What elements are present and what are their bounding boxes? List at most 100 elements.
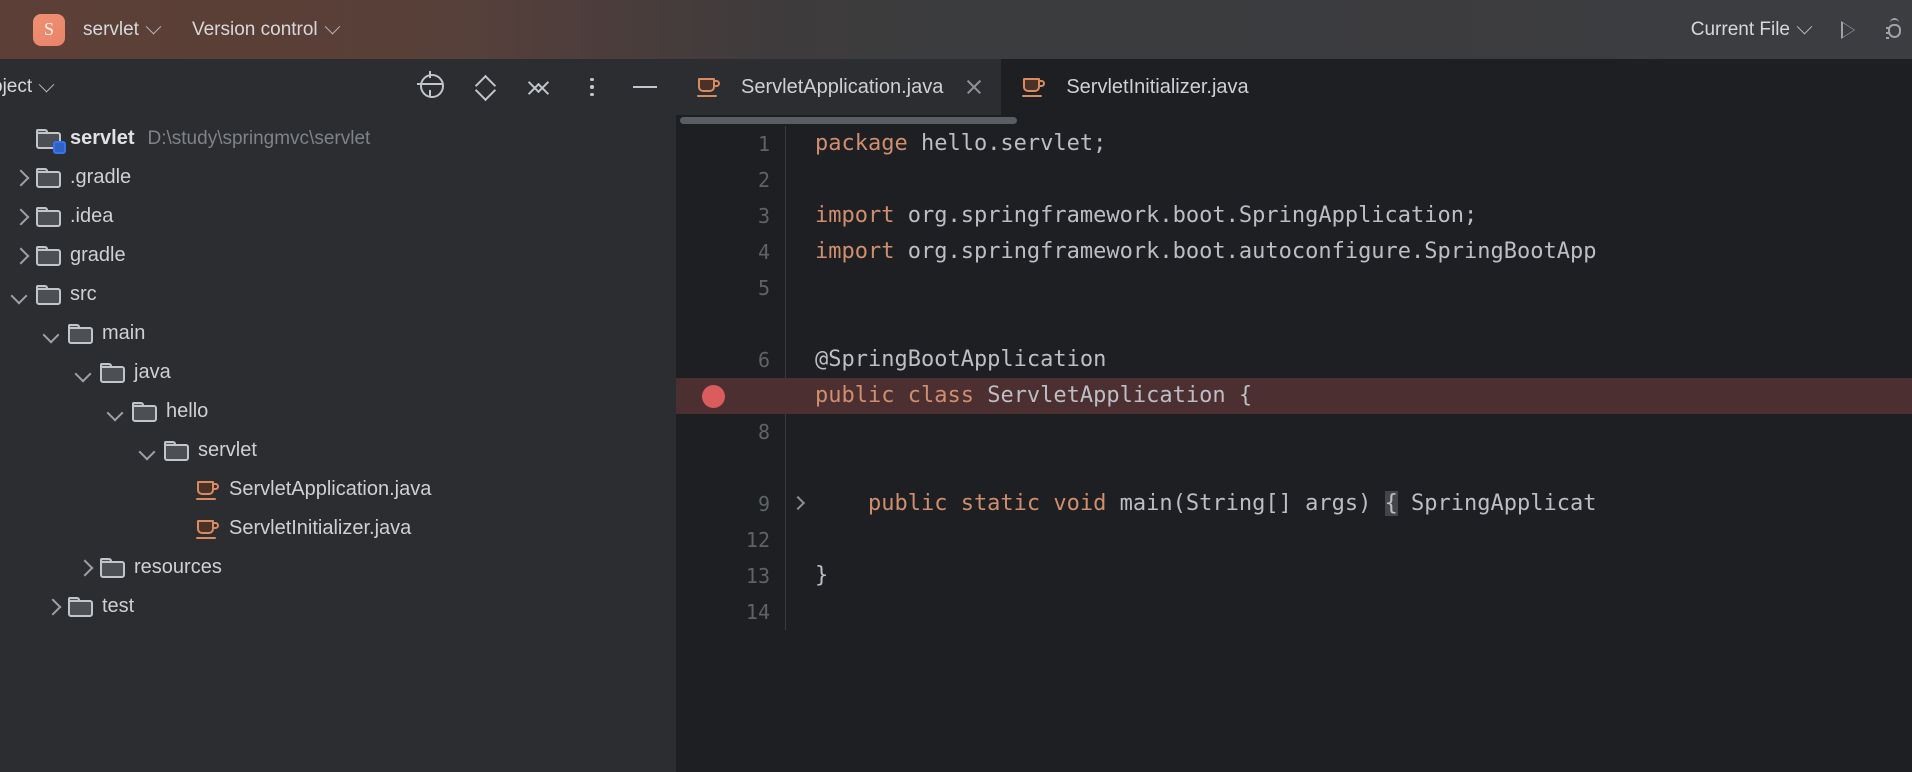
tree-node[interactable]: java	[0, 353, 676, 392]
code-line[interactable]: 2	[676, 162, 1912, 198]
project-panel-title-dropdown[interactable]: oject	[0, 76, 55, 98]
editor-tab-label: ServletInitializer.java	[1066, 75, 1249, 98]
tree-node[interactable]: main	[0, 314, 676, 353]
tree-node[interactable]: hello	[0, 392, 676, 431]
close-icon[interactable]	[964, 77, 984, 97]
chevron-down-icon[interactable]	[40, 322, 64, 346]
hide-panel-button[interactable]	[632, 74, 658, 100]
title-bar-right: Current File	[1673, 17, 1912, 42]
title-bar: S servlet Version control Current File	[0, 0, 1912, 59]
bug-leg	[1886, 26, 1889, 29]
line-number: 8	[757, 420, 770, 444]
tree-node[interactable]: src	[0, 275, 676, 314]
project-name-label: servlet	[83, 18, 139, 40]
line-gutter[interactable]: 5	[676, 270, 785, 306]
tree-node-label: ServletApplication.java	[229, 478, 432, 500]
chevron-right-icon[interactable]	[40, 595, 64, 619]
tree-node[interactable]: servlet D:\study\springmvc\servlet	[0, 119, 676, 158]
editor-horizontal-scrollbar-track[interactable]	[676, 115, 1912, 126]
project-badge[interactable]: S	[33, 13, 65, 46]
tree-node[interactable]: resources	[0, 548, 676, 587]
tree-node-label: gradle	[70, 244, 126, 266]
folder-icon	[36, 245, 61, 266]
line-gutter[interactable]: 13	[676, 558, 785, 594]
editor-tab[interactable]: ServletApplication.java	[676, 59, 1002, 115]
code-line[interactable]: 13}	[676, 558, 1912, 594]
java-class-icon	[697, 76, 721, 98]
chevron-down-icon[interactable]	[72, 361, 96, 385]
more-options-button[interactable]	[579, 74, 605, 100]
tree-node[interactable]: .idea	[0, 197, 676, 236]
line-gutter[interactable]: 12	[676, 522, 785, 558]
tree-node-label: java	[134, 361, 171, 383]
run-triangle-icon[interactable]	[1836, 18, 1860, 42]
code-line[interactable]: 3 import org.springframework.boot.SpringA…	[676, 198, 1912, 234]
tree-node[interactable]: ServletInitializer.java	[0, 509, 676, 548]
line-gutter[interactable]: 9	[676, 486, 806, 522]
code-token: main(String[] args)	[1106, 491, 1385, 516]
code-token: @SpringBootApplication	[815, 347, 1107, 372]
matched-brace-highlight: {	[1384, 491, 1398, 516]
line-number: 6	[757, 348, 770, 372]
tree-arrow-placeholder	[168, 517, 192, 541]
chevron-right-icon[interactable]	[72, 556, 96, 580]
java-class-icon	[1022, 76, 1046, 98]
chevron-right-icon[interactable]	[8, 166, 32, 190]
code-line[interactable]: public class ServletApplication {	[676, 378, 1912, 414]
code-line-text: import org.springframework.boot.autoconf…	[785, 234, 1596, 270]
tree-node[interactable]: ServletApplication.java	[0, 470, 676, 509]
chevron-right-icon[interactable]	[8, 205, 32, 229]
editor-horizontal-scrollbar-thumb[interactable]	[680, 117, 1017, 124]
select-opened-file-button[interactable]	[420, 74, 446, 100]
editor-tab[interactable]: ServletInitializer.java	[1001, 59, 1265, 115]
code-line[interactable]: 5	[676, 270, 1912, 306]
chevron-down-icon[interactable]	[8, 283, 32, 307]
tree-arrow-placeholder	[168, 478, 192, 502]
line-gutter[interactable]: 1	[676, 126, 785, 162]
tree-node-label: test	[102, 595, 135, 617]
line-gutter[interactable]: 6	[676, 342, 785, 378]
version-control-dropdown[interactable]: Version control	[192, 19, 340, 41]
code-line[interactable]: 14	[676, 594, 1912, 630]
tree-node-label: .gradle	[70, 166, 132, 188]
line-number: 1	[757, 132, 770, 156]
chevron-down-icon[interactable]	[104, 400, 128, 424]
chevron-down-icon	[38, 76, 55, 92]
tree-node[interactable]: gradle	[0, 236, 676, 275]
tree-node[interactable]: servlet	[0, 431, 676, 470]
code-line[interactable]	[676, 450, 1912, 486]
code-line[interactable]: 9 public static void main(String[] args)…	[676, 486, 1912, 522]
chevron-right-icon[interactable]	[8, 244, 32, 268]
chevron-down-icon[interactable]	[136, 439, 160, 463]
code-line[interactable]: 6 @SpringBootApplication	[676, 342, 1912, 378]
line-gutter[interactable]: 8	[676, 414, 785, 450]
line-gutter[interactable]: 14	[676, 594, 785, 630]
project-name-dropdown[interactable]: servlet	[83, 18, 162, 41]
code-line[interactable]: 1 package hello.servlet;	[676, 126, 1912, 162]
code-line-text: package hello.servlet;	[785, 126, 1106, 162]
tree-node[interactable]: test	[0, 587, 676, 626]
code-keyword: import	[815, 203, 895, 228]
debug-bug-icon[interactable]	[1886, 17, 1908, 42]
line-gutter[interactable]: 2	[676, 162, 785, 198]
code-editor[interactable]: 1 package hello.servlet; 2 3 import org.spri…	[676, 126, 1912, 630]
line-gutter[interactable]	[676, 450, 785, 486]
code-line-text: import org.springframework.boot.SpringAp…	[785, 198, 1477, 234]
code-token: org.springframework.boot.SpringApplicati…	[894, 203, 1478, 228]
code-line[interactable]: 12	[676, 522, 1912, 558]
collapse-all-button[interactable]	[526, 74, 552, 100]
tree-node-label: hello	[166, 400, 209, 422]
code-line-text: @SpringBootApplication	[785, 342, 1106, 378]
run-configuration-dropdown[interactable]: Current File	[1691, 19, 1813, 41]
code-line[interactable]	[676, 306, 1912, 342]
line-gutter[interactable]	[676, 306, 785, 342]
line-gutter[interactable]: 3	[676, 198, 785, 234]
tree-node[interactable]: .gradle	[0, 158, 676, 197]
line-gutter[interactable]	[676, 378, 785, 414]
code-line[interactable]: 4 import org.springframework.boot.autocon…	[676, 234, 1912, 270]
bug-leg	[1886, 31, 1889, 34]
expand-collapse-button[interactable]	[473, 74, 499, 100]
line-gutter[interactable]: 4	[676, 234, 785, 270]
breakpoint-marker[interactable]	[702, 385, 725, 408]
code-line[interactable]: 8	[676, 414, 1912, 450]
